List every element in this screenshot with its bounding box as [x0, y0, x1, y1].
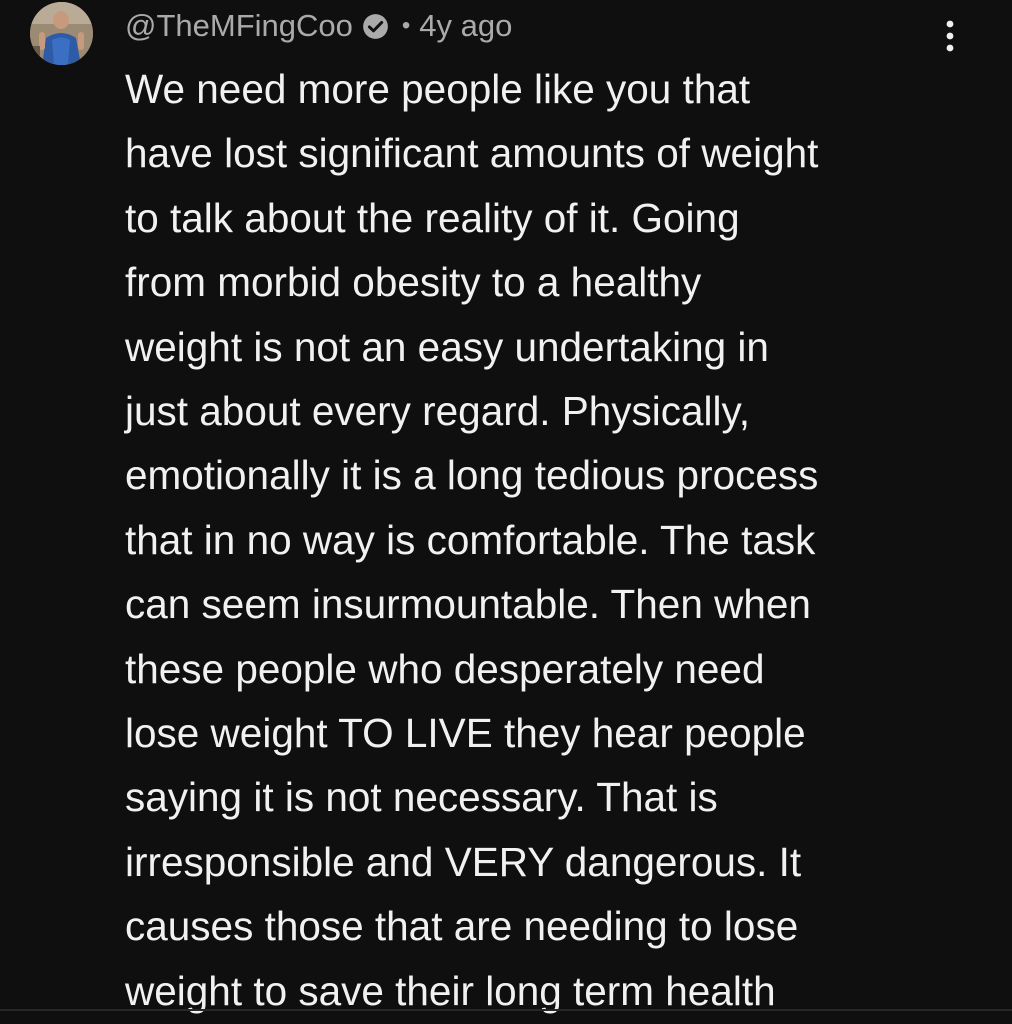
comment-text-line: have lost significant amounts of weight	[125, 130, 819, 177]
author-name[interactable]: @TheMFingCoo	[125, 8, 353, 44]
divider	[0, 1009, 1012, 1011]
avatar[interactable]	[30, 2, 93, 65]
comment-text-line: saying it is not necessary. That is	[125, 774, 718, 821]
comment-text-line: emotionally it is a long tedious process	[125, 452, 819, 499]
avatar-image	[30, 2, 93, 65]
comment-text-line: lose weight TO LIVE they hear people	[125, 710, 806, 757]
comment-text-line: just about every regard. Physically,	[125, 388, 751, 435]
comment-text-line: causes those that are needing to lose	[125, 903, 799, 950]
separator-dot: •	[401, 12, 411, 39]
comment-text-line: to talk about the reality of it. Going	[125, 194, 740, 241]
comment-text-line: these people who desperately need	[125, 645, 765, 692]
comment-text-line: We need more people like you that	[125, 66, 751, 112]
comment-text-line: irresponsible and VERY dangerous. It	[125, 838, 802, 885]
more-vertical-icon	[946, 20, 954, 52]
comment-thread-item: @TheMFingCoo • 4y ago We need more peopl…	[0, 0, 1012, 1024]
comment-text-line: from morbid obesity to a healthy	[125, 259, 702, 306]
comment-text-line: that in no way is comfortable. The task	[125, 516, 816, 563]
comment-body: We need more people like you that have l…	[125, 57, 985, 1023]
more-actions-button[interactable]	[932, 14, 968, 58]
comment-text-line: weight to save their long term health	[125, 967, 776, 1014]
comment-header: @TheMFingCoo • 4y ago	[125, 6, 512, 46]
comment-timestamp[interactable]: 4y ago	[419, 8, 512, 44]
comment-text-line: can seem insurmountable. Then when	[125, 581, 811, 628]
comment-text-line: weight is not an easy undertaking in	[125, 323, 769, 370]
check-circle-icon	[362, 13, 389, 40]
